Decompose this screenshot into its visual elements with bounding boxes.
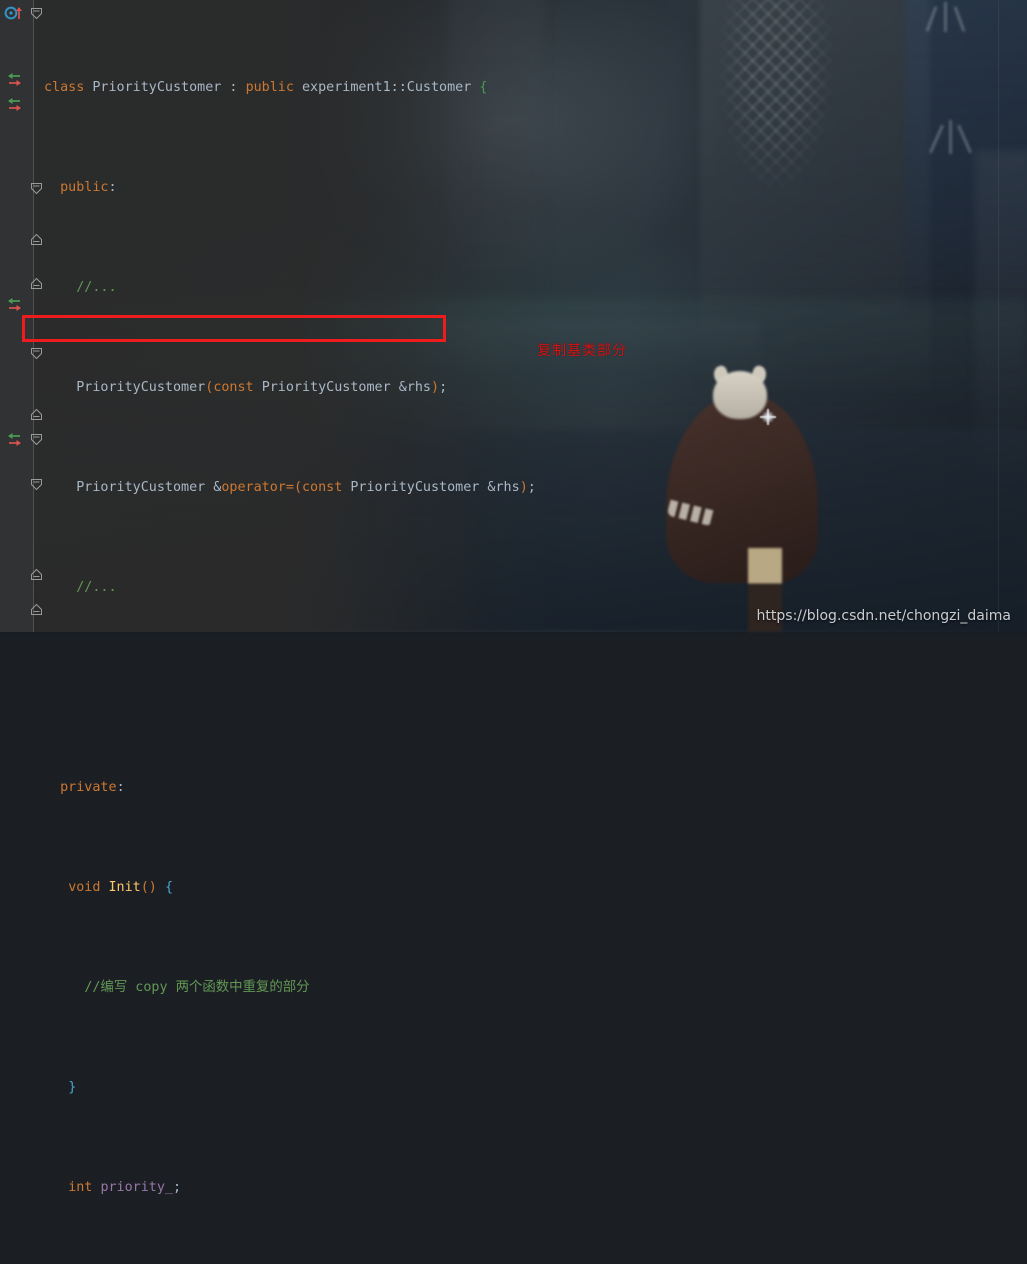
fold-expand-icon[interactable] — [30, 568, 43, 581]
override-method-icon[interactable] — [4, 4, 26, 22]
implementing-method-icon[interactable] — [4, 71, 26, 89]
implementing-method-icon[interactable] — [4, 96, 26, 114]
code-line[interactable]: //编写 copy 两个函数中重复的部分 — [44, 975, 1027, 1000]
editor-gutter[interactable] — [0, 0, 34, 632]
code-line[interactable]: private: — [44, 775, 1027, 800]
implementing-method-icon[interactable] — [4, 296, 26, 314]
gutter-divider — [33, 0, 34, 632]
code-line[interactable]: PriorityCustomer &operator=(const Priori… — [44, 475, 1027, 500]
code-line[interactable]: int priority_; — [44, 1175, 1027, 1200]
code-line-empty[interactable] — [44, 675, 1027, 700]
code-line[interactable]: class PriorityCustomer : public experime… — [44, 75, 1027, 100]
code-line[interactable]: } — [44, 1075, 1027, 1100]
blog-watermark: https://blog.csdn.net/chongzi_daima — [756, 608, 1011, 624]
code-line[interactable]: //... — [44, 575, 1027, 600]
fold-collapse-icon[interactable] — [30, 182, 43, 195]
code-line[interactable]: void Init() { — [44, 875, 1027, 900]
fold-expand-icon[interactable] — [30, 603, 43, 616]
editor-right-guide — [998, 0, 999, 632]
implementing-method-icon[interactable] — [4, 431, 26, 449]
fold-expand-icon[interactable] — [30, 277, 43, 290]
code-line[interactable]: PriorityCustomer(const PriorityCustomer … — [44, 375, 1027, 400]
fold-collapse-icon[interactable] — [30, 7, 43, 20]
fold-collapse-icon[interactable] — [30, 478, 43, 491]
annotation-note-text: 复制基类部分 — [537, 343, 627, 359]
fold-expand-icon[interactable] — [30, 233, 43, 246]
fold-collapse-icon[interactable] — [30, 347, 43, 360]
code-editor[interactable]: class PriorityCustomer : public experime… — [0, 0, 1027, 1195]
fold-collapse-icon[interactable] — [30, 433, 43, 446]
code-line[interactable]: public: — [44, 175, 1027, 200]
code-line[interactable]: //... — [44, 275, 1027, 300]
fold-expand-icon[interactable] — [30, 408, 43, 421]
code-text-area[interactable]: class PriorityCustomer : public experime… — [44, 0, 1027, 1195]
